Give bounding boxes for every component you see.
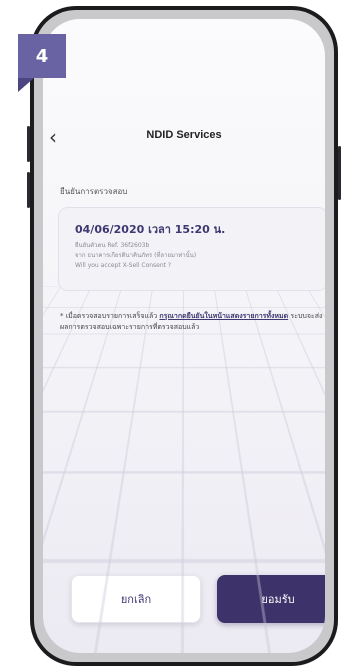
page-title: NDID Services — [146, 129, 222, 141]
card-consent: Will you accept X-Sell Consent ? — [75, 262, 172, 269]
side-button — [27, 172, 30, 208]
power-button — [338, 146, 341, 200]
note-prefix: * เมื่อตรวจสอบรายการเสร็จแล้ว — [60, 312, 160, 320]
transaction-card[interactable]: 04/06/2020 เวลา 15:20 น. ยืนยันตัวตน Ref… — [58, 207, 325, 291]
confirm-all-link[interactable]: กรุณากดยืนยันในหน้าแสดงรายการทั้งหมด — [159, 312, 288, 320]
phone-frame: ‹ NDID Services ยืนยันการตรวจสอบ 04/06/2… — [27, 6, 341, 666]
phone-bezel: ‹ NDID Services ยืนยันการตรวจสอบ 04/06/2… — [34, 10, 334, 662]
step-badge: 4 — [18, 34, 66, 92]
card-ref: ยืนยันตัวตน Ref. 36f2603b — [75, 242, 150, 249]
section-label: ยืนยันการตรวจสอบ — [60, 187, 128, 196]
phone-screen: ‹ NDID Services ยืนยันการตรวจสอบ 04/06/2… — [43, 19, 325, 653]
card-datetime: 04/06/2020 เวลา 15:20 น. — [75, 223, 226, 236]
side-button — [27, 126, 30, 162]
cancel-button[interactable]: ยกเลิก — [71, 575, 201, 623]
instruction-note: * เมื่อตรวจสอบรายการเสร็จแล้ว กรุณากดยืน… — [60, 311, 325, 333]
accept-button[interactable]: ยอมรับ — [217, 575, 325, 623]
card-from: จาก ธนาคารเกียรตินาคินภัทร (ที่ลายมาท่าน… — [75, 252, 197, 259]
